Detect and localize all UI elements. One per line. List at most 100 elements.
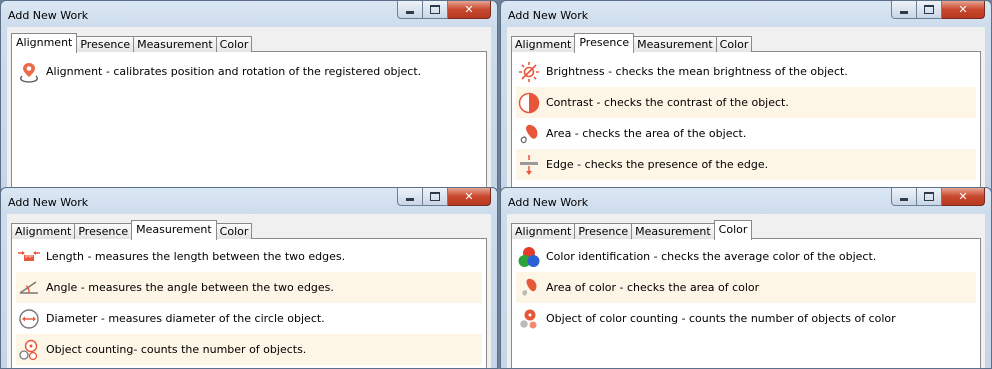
tab-panel: Length - measures the length between the…: [11, 238, 487, 368]
minimize-icon: [406, 197, 414, 201]
minimize-icon: [406, 10, 414, 14]
title-bar[interactable]: Add New Work ✕: [1, 1, 497, 27]
tab-measurement[interactable]: Measurement: [633, 36, 717, 52]
tab-strip: Alignment Presence Measurement Color: [11, 219, 253, 240]
tab-presence[interactable]: Presence: [574, 33, 635, 53]
close-icon: ✕: [958, 3, 968, 16]
list-item-area-of-color[interactable]: Area of color - checks the area of color: [516, 272, 976, 303]
window-title: Add New Work: [8, 9, 89, 22]
color-counting-icon: [520, 309, 537, 328]
tab-measurement[interactable]: Measurement: [133, 36, 217, 52]
close-button[interactable]: ✕: [448, 1, 491, 19]
list-item-label: Edge - checks the presence of the edge.: [546, 158, 769, 171]
tab-panel: Brightness - checks the mean brightness …: [511, 51, 981, 189]
add-new-work-window-presence: Add New Work ✕ Alignment Presence Measur…: [500, 0, 992, 190]
window-title: Add New Work: [508, 196, 589, 209]
tab-presence[interactable]: Presence: [574, 223, 633, 239]
list-item-label: Area - checks the area of the object.: [546, 127, 747, 140]
work-list: Color identification - checks the averag…: [516, 241, 976, 334]
list-item-label: Area of color - checks the area of color: [546, 281, 760, 294]
color-identification-icon: [518, 246, 540, 267]
list-item-color-identification[interactable]: Color identification - checks the averag…: [516, 241, 976, 272]
tab-color[interactable]: Color: [215, 223, 253, 239]
area-icon: [520, 124, 538, 143]
tab-strip: Alignment Presence Measurement Color: [11, 32, 253, 53]
minimize-icon: [900, 10, 908, 14]
list-item-label: Color identification - checks the averag…: [546, 250, 877, 263]
tab-color[interactable]: Color: [713, 220, 753, 240]
tab-measurement[interactable]: Measurement: [631, 223, 715, 239]
work-list: Alignment - calibrates position and rota…: [16, 56, 482, 87]
add-new-work-window-alignment: Add New Work ✕ Alignment Presence Measur…: [0, 0, 498, 190]
work-list: Brightness - checks the mean brightness …: [516, 56, 976, 180]
list-item-length[interactable]: Length - measures the length between the…: [16, 241, 482, 272]
tab-presence[interactable]: Presence: [76, 36, 135, 52]
tab-alignment[interactable]: Alignment: [11, 33, 78, 53]
tab-panel: Alignment - calibrates position and rota…: [11, 51, 487, 189]
maximize-button[interactable]: [917, 188, 942, 206]
tab-presence[interactable]: Presence: [74, 223, 133, 239]
close-button[interactable]: ✕: [448, 188, 491, 206]
close-button[interactable]: ✕: [942, 188, 985, 206]
list-item-edge[interactable]: Edge - checks the presence of the edge.: [516, 149, 976, 180]
tab-strip: Alignment Presence Measurement Color: [511, 32, 753, 53]
list-item-label: Length - measures the length between the…: [46, 250, 346, 263]
list-item-object-counting[interactable]: Object counting- counts the number of ob…: [16, 334, 482, 365]
tab-alignment[interactable]: Alignment: [11, 223, 76, 239]
tab-color[interactable]: Color: [715, 36, 753, 52]
minimize-button[interactable]: [397, 1, 423, 19]
area-of-color-icon: [522, 278, 537, 296]
list-item-label: Alignment - calibrates position and rota…: [46, 65, 422, 78]
title-bar[interactable]: Add New Work ✕: [1, 188, 497, 214]
list-item-label: Diameter - measures diameter of the circ…: [46, 312, 325, 325]
close-icon: ✕: [464, 3, 474, 16]
tab-measurement[interactable]: Measurement: [131, 220, 217, 240]
maximize-icon: [430, 192, 440, 201]
tab-strip: Alignment Presence Measurement Color: [511, 219, 753, 240]
list-item-diameter[interactable]: Diameter - measures diameter of the circ…: [16, 303, 482, 334]
add-new-work-window-measurement: Add New Work ✕ Alignment Presence Measur…: [0, 187, 498, 369]
title-bar[interactable]: Add New Work ✕: [501, 1, 991, 27]
list-item-angle[interactable]: Angle - measures the angle between the t…: [16, 272, 482, 303]
window-title: Add New Work: [8, 196, 89, 209]
list-item-alignment[interactable]: Alignment - calibrates position and rota…: [16, 56, 482, 87]
add-new-work-window-color: Add New Work ✕ Alignment Presence Measur…: [500, 187, 992, 369]
maximize-button[interactable]: [423, 188, 448, 206]
title-bar[interactable]: Add New Work ✕: [501, 188, 991, 214]
minimize-icon: [900, 197, 908, 201]
maximize-button[interactable]: [423, 1, 448, 19]
minimize-button[interactable]: [891, 188, 917, 206]
maximize-button[interactable]: [917, 1, 942, 19]
minimize-button[interactable]: [397, 188, 423, 206]
tab-alignment[interactable]: Alignment: [511, 36, 576, 52]
list-item-label: Angle - measures the angle between the t…: [46, 281, 334, 294]
list-item-color-counting[interactable]: Object of color counting - counts the nu…: [516, 303, 976, 334]
maximize-icon: [924, 5, 934, 14]
list-item-label: Object counting- counts the number of ob…: [46, 343, 307, 356]
list-item-label: Contrast - checks the contrast of the ob…: [546, 96, 789, 109]
list-item-label: Object of color counting - counts the nu…: [546, 312, 896, 325]
maximize-icon: [430, 5, 440, 14]
window-client: Alignment Presence Measurement Color Col…: [507, 214, 985, 368]
brightness-icon: [519, 61, 539, 82]
list-item-area[interactable]: Area - checks the area of the object.: [516, 118, 976, 149]
close-icon: ✕: [464, 190, 474, 203]
close-button[interactable]: ✕: [942, 1, 985, 19]
minimize-button[interactable]: [891, 1, 917, 19]
tab-panel: Color identification - checks the averag…: [511, 238, 981, 368]
window-client: Alignment Presence Measurement Color Len…: [7, 214, 491, 368]
edge-icon: [520, 154, 538, 175]
list-item-label: Brightness - checks the mean brightness …: [546, 65, 848, 78]
alignment-icon: [20, 62, 38, 83]
list-item-contrast[interactable]: Contrast - checks the contrast of the ob…: [516, 87, 976, 118]
tab-color[interactable]: Color: [215, 36, 253, 52]
window-title: Add New Work: [508, 9, 589, 22]
window-client: Alignment Presence Measurement Color Bri…: [507, 27, 985, 189]
tab-alignment[interactable]: Alignment: [511, 223, 576, 239]
work-list: Length - measures the length between the…: [16, 241, 482, 365]
list-item-brightness[interactable]: Brightness - checks the mean brightness …: [516, 56, 976, 87]
maximize-icon: [924, 192, 934, 201]
window-client: Alignment Presence Measurement Color Ali…: [7, 27, 491, 189]
angle-icon: [19, 280, 38, 294]
close-icon: ✕: [958, 190, 968, 203]
